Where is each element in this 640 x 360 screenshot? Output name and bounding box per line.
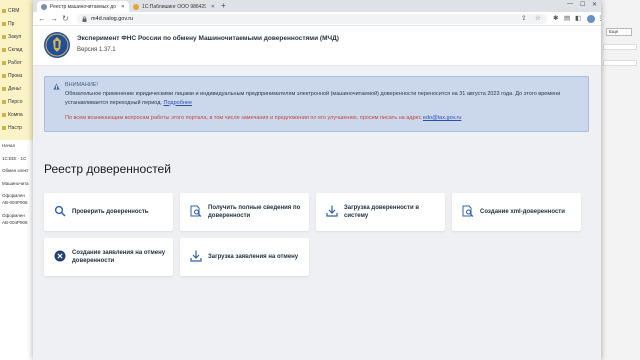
browser-window: Реестр машиночитаемых дове... ✕ 1С:Пабли… [33, 0, 604, 360]
card-label: Создание xml-доверенности [480, 209, 565, 215]
share-icon[interactable]: ⇪ [521, 14, 526, 24]
card-label: Получить полные сведения по доверенности [208, 205, 301, 219]
bg-sidebar-item[interactable]: Произ [2, 73, 22, 79]
fns-emblem-icon[interactable] [43, 31, 71, 59]
bg-field[interactable] [603, 60, 637, 66]
tab-publishing[interactable]: 1С:Паблишинг ООО 986429867... ✕ [129, 1, 219, 12]
details-link[interactable]: Подробнее [163, 100, 192, 106]
upload-revocation-button[interactable]: Загрузка заявления на отмену [180, 238, 309, 276]
extensions-icon[interactable]: ✱ [553, 14, 558, 24]
bg-panel-item[interactable]: Оформлен [2, 213, 25, 218]
card-label: Проверить доверенность [72, 209, 149, 215]
section-icon [2, 61, 6, 65]
download-icon [326, 205, 338, 217]
full-info-button[interactable]: Получить полные сведения по доверенности [180, 193, 309, 231]
bookmark-star-icon[interactable]: ☆ [535, 14, 541, 24]
site-version: Версия 1.37.1 [77, 47, 116, 53]
reading-list-icon[interactable]: ▤ [564, 14, 570, 24]
check-poa-button[interactable]: Проверить доверенность [44, 193, 173, 231]
section-icon [2, 9, 6, 13]
page-title: Реестр доверенностей [44, 162, 171, 176]
bg-sidebar-item[interactable]: Пр [2, 21, 14, 27]
search-icon [54, 205, 66, 217]
document-search-icon [190, 205, 202, 217]
site-favicon-icon [41, 3, 47, 10]
section-icon [2, 48, 6, 52]
bg-sidebar-item[interactable]: Настр [2, 125, 22, 131]
document-search-icon [462, 205, 474, 217]
create-revocation-button[interactable]: Создание заявления на отмену доверенност… [44, 238, 173, 276]
tab-bar: Реестр машиночитаемых дове... ✕ 1С:Пабли… [33, 0, 601, 12]
section-icon [2, 87, 6, 91]
section-icon [2, 35, 6, 39]
bg-more-select[interactable]: Еще [606, 28, 632, 36]
close-window-icon[interactable]: ✕ [592, 1, 597, 8]
close-tab-icon[interactable]: ✕ [121, 4, 125, 10]
section-icon [2, 22, 6, 26]
close-tab-icon[interactable]: ✕ [211, 4, 215, 10]
section-icon [2, 74, 6, 78]
bg-sidebar-item[interactable]: CRM [2, 8, 19, 14]
bg-sidebar-item[interactable]: Работ [2, 60, 22, 66]
card-label: Загрузка доверенности в систему [344, 205, 420, 219]
menu-kebab-icon[interactable]: ⋮ [597, 14, 604, 24]
alert-text: Обязательное применение юридическими лиц… [65, 91, 561, 106]
section-icon [2, 113, 6, 117]
address-bar[interactable]: m4d.nalog.gov.ru ⇪ ☆ [77, 14, 547, 24]
tab-registry[interactable]: Реестр машиночитаемых дове... ✕ [37, 1, 129, 12]
bg-panel-item[interactable]: AB-004P906 [2, 200, 28, 205]
background-app-panel: Начал 1C:EDI · 1C Обмен элект Машиночита… [0, 140, 34, 360]
address-bar-row: ← → ↻ m4d.nalog.gov.ru ⇪ ☆ ✱ ▤ ◧ ⋮ [33, 12, 604, 26]
bg-panel-item[interactable]: 1C:EDI · 1C [2, 156, 26, 161]
background-app-right-panel [600, 0, 640, 360]
bg-sidebar-item[interactable]: Компа [2, 112, 23, 118]
warning-triangle-icon [53, 83, 60, 90]
alert-title: ВНИМАНИЕ! [65, 82, 98, 88]
lock-icon [82, 16, 87, 22]
bg-panel-item[interactable]: Машиночита [2, 181, 29, 186]
bg-panel-item[interactable]: AB-004P906 [2, 220, 28, 225]
reload-icon[interactable]: ↻ [62, 13, 69, 25]
web-page: Эксперимент ФНС России по обмену Машиноч… [33, 26, 601, 360]
cancel-icon [54, 250, 66, 262]
bg-sidebar-item[interactable]: Деньг [2, 86, 21, 92]
bg-sidebar-item[interactable]: Закуп [2, 34, 21, 40]
warning-alert: ВНИМАНИЕ! Обязательное применение юридич… [44, 76, 589, 132]
create-xml-poa-button[interactable]: Создание xml-доверенности [452, 193, 581, 231]
maximize-icon[interactable]: ☐ [580, 1, 585, 8]
minimize-icon[interactable]: — [567, 1, 573, 7]
bg-panel-item[interactable]: Обмен элект [2, 168, 29, 173]
profile-avatar[interactable] [587, 15, 595, 23]
forward-icon[interactable]: → [50, 13, 58, 25]
site-header: Эксперимент ФНС России по обмену Машиноч… [33, 26, 601, 66]
site-title: Эксперимент ФНС России по обмену Машиноч… [77, 35, 339, 42]
section-icon [2, 100, 6, 104]
contact-email-link[interactable]: edo@tax.gov.ru [423, 115, 462, 121]
upload-poa-button[interactable]: Загрузка доверенности в систему [316, 193, 445, 231]
site-favicon-icon [133, 3, 139, 10]
card-label: Создание заявления на отмену доверенност… [72, 250, 166, 264]
back-icon[interactable]: ← [38, 13, 46, 25]
alert-contact: По всем возникающим вопросам работы этог… [65, 115, 462, 121]
bg-sidebar-item[interactable]: Склад [2, 47, 22, 53]
bg-field[interactable] [603, 44, 637, 50]
bg-sidebar-item[interactable]: Персо [2, 99, 23, 105]
bg-start-item[interactable]: Начал [2, 143, 15, 148]
bg-panel-item[interactable]: Оформлен [2, 193, 25, 198]
sidepanel-icon[interactable]: ◧ [575, 14, 581, 24]
section-icon [2, 126, 6, 130]
new-tab-icon[interactable]: + [221, 1, 226, 11]
url-text: m4d.nalog.gov.ru [91, 16, 134, 22]
card-label: Загрузка заявления на отмену [208, 254, 299, 260]
download-icon [190, 250, 202, 262]
